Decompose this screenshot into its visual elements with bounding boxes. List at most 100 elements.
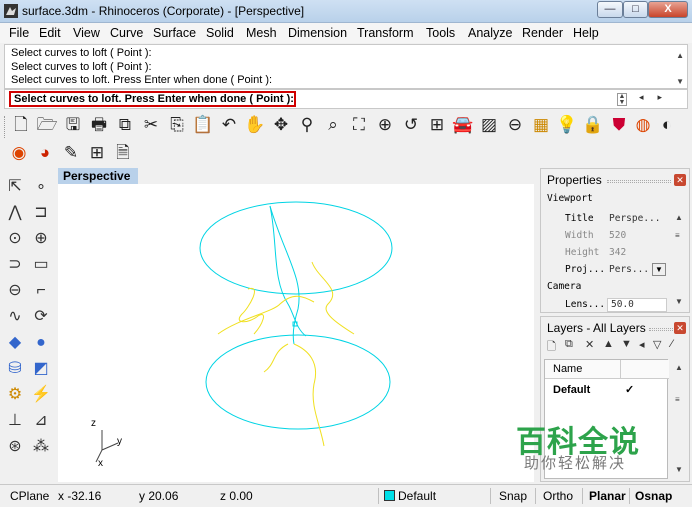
scroll-up-icon[interactable]: ▲ (676, 49, 684, 63)
viewport-tab[interactable]: Perspective (58, 168, 138, 184)
open-folder-icon[interactable]: 🗁 (36, 114, 58, 136)
box-solid-icon[interactable]: ◆ (4, 332, 26, 354)
history-nav-icon[interactable]: ◂▸ (639, 92, 676, 103)
print-icon[interactable]: 🖶 (88, 114, 110, 136)
free-curve-icon[interactable]: ∿ (4, 306, 26, 328)
command-line[interactable]: Select curves to loft. Press Enter when … (4, 89, 688, 109)
current-layer-check[interactable]: ✓ (625, 382, 634, 398)
point-icon[interactable]: ∘ (30, 176, 52, 198)
new-sublayer-icon[interactable]: ⧉ (565, 338, 573, 351)
select-arrow-icon[interactable]: ⇱ (4, 176, 26, 198)
dimension-icon[interactable]: ⊛ (4, 436, 26, 458)
undo-icon[interactable]: ↶ (218, 114, 240, 136)
scroll-up-icon[interactable]: ▲ (675, 213, 683, 222)
planar-toggle[interactable]: Planar (589, 489, 626, 503)
rectangle-icon[interactable]: ▭ (30, 254, 52, 276)
menu-surface[interactable]: Surface (153, 26, 196, 40)
maximize-button[interactable]: □ (623, 1, 648, 18)
menu-analyze[interactable]: Analyze (468, 26, 512, 40)
scroll-down-icon[interactable]: ▼ (675, 297, 683, 306)
layer-color-swatch[interactable] (384, 490, 395, 501)
array-icon[interactable]: ⊿ (30, 410, 52, 432)
rotate-view-icon[interactable]: ✥ (270, 114, 292, 136)
menu-view[interactable]: View (73, 26, 100, 40)
render-material-icon[interactable]: ◕ (34, 142, 56, 164)
menu-help[interactable]: Help (573, 26, 599, 40)
ortho-toggle[interactable]: Ortho (543, 489, 573, 503)
spinner-icon[interactable]: ▲ ▼ (617, 93, 627, 106)
texture-icon[interactable]: ▨ (478, 114, 500, 136)
minimize-button[interactable]: — (597, 1, 623, 18)
close-icon[interactable]: ✕ (674, 174, 686, 186)
tools-icon[interactable]: ⁄ (671, 338, 673, 350)
ellipse-icon[interactable]: ⊃ (4, 254, 26, 276)
cylinder-icon[interactable]: ⛁ (4, 358, 26, 380)
layer-props-icon[interactable]: ▦ (530, 114, 552, 136)
scroll-up-icon[interactable]: ▲ (675, 363, 683, 372)
pan-hand-icon[interactable]: ✋ (244, 114, 266, 136)
car-render-icon[interactable]: 🚘 (452, 114, 474, 136)
save-icon[interactable]: 🖫 (62, 114, 84, 136)
menu-curve[interactable]: Curve (110, 26, 143, 40)
shade-sphere-icon[interactable]: ◉ (8, 142, 30, 164)
snap-toggle[interactable]: Snap (499, 489, 527, 503)
zoom-dynamic-icon[interactable]: ⚲ (296, 114, 318, 136)
document-props-icon[interactable]: 🗎 (112, 142, 134, 164)
menu-tools[interactable]: Tools (426, 26, 455, 40)
menu-solid[interactable]: Solid (206, 26, 234, 40)
trim-icon[interactable]: ⚡ (30, 384, 52, 406)
pencil-icon[interactable]: ✎ (60, 142, 82, 164)
scroll-thumb-icon[interactable]: ≡ (675, 231, 680, 240)
circle-icon[interactable]: ⊙ (4, 228, 26, 250)
polyline-icon[interactable]: ⋀ (4, 202, 26, 224)
import-icon[interactable]: ⧉ (114, 114, 136, 136)
panel-grip[interactable] (607, 180, 671, 183)
field-value-lens[interactable]: 50.0 (611, 299, 634, 310)
move-left-icon[interactable]: ◂ (639, 338, 645, 351)
undo-view-icon[interactable]: ↺ (400, 114, 422, 136)
boolean-icon[interactable]: ⊥ (4, 410, 26, 432)
paste-icon[interactable]: 📋 (192, 114, 214, 136)
osnap-toggle[interactable]: Osnap (635, 489, 672, 503)
scroll-thumb-icon[interactable]: ≡ (675, 395, 680, 404)
text-icon[interactable]: ⁂ (30, 436, 52, 458)
layers-scrollbar[interactable]: ▲ ≡ ▼ (672, 359, 686, 479)
zoom-selected-icon[interactable]: ⊕ (374, 114, 396, 136)
curve-points-icon[interactable]: ⊐ (30, 202, 52, 224)
field-value-projection[interactable]: Pers... (609, 264, 649, 275)
filter-icon[interactable]: ▽ (653, 338, 661, 351)
sphere-solid-icon[interactable]: ● (30, 332, 52, 354)
close-button[interactable]: X (648, 1, 688, 18)
command-prompt[interactable]: Select curves to loft. Press Enter when … (9, 91, 296, 107)
menu-mesh[interactable]: Mesh (246, 26, 277, 40)
scroll-down-icon[interactable]: ▼ (675, 465, 683, 474)
perspective-viewport[interactable]: z y x (58, 184, 534, 482)
menu-transform[interactable]: Transform (357, 26, 414, 40)
delete-layer-icon[interactable]: ✕ (585, 338, 594, 351)
field-value-title[interactable]: Perspe... (609, 213, 660, 224)
surface-icon[interactable]: ◩ (30, 358, 52, 380)
move-up-icon[interactable]: ▲ (603, 338, 614, 350)
snapshot-icon[interactable]: ⊖ (504, 114, 526, 136)
grid-options-icon[interactable]: ⊞ (86, 142, 108, 164)
zoom-extents-icon[interactable]: ⛶ (348, 114, 370, 136)
four-viewports-icon[interactable]: ⊞ (426, 114, 448, 136)
layer-row[interactable]: Default ✓ (545, 382, 669, 398)
menu-file[interactable]: File (9, 26, 29, 40)
panel-grip[interactable] (649, 328, 675, 331)
move-down-icon[interactable]: ▼ (621, 338, 632, 350)
offset-icon[interactable]: ⟳ (30, 306, 52, 328)
menu-edit[interactable]: Edit (39, 26, 61, 40)
fillet-icon[interactable]: ⌐ (30, 280, 52, 302)
properties-scrollbar[interactable]: ▲ ≡ ▼ (673, 209, 687, 312)
cplane-label[interactable]: CPlane (10, 489, 49, 503)
render-sphere-icon[interactable]: ◍ (632, 114, 654, 136)
half-sphere-icon[interactable]: ◐ (656, 114, 678, 136)
chevron-down-icon[interactable]: ▼ (652, 263, 666, 276)
transform-gear-icon[interactable]: ⚙ (4, 384, 26, 406)
arc-icon[interactable]: ⊕ (30, 228, 52, 250)
lock-icon[interactable]: 🔒 (582, 114, 604, 136)
column-divider[interactable] (620, 360, 621, 379)
menu-dimension[interactable]: Dimension (288, 26, 347, 40)
new-layer-icon[interactable]: 🗋 (547, 338, 556, 357)
